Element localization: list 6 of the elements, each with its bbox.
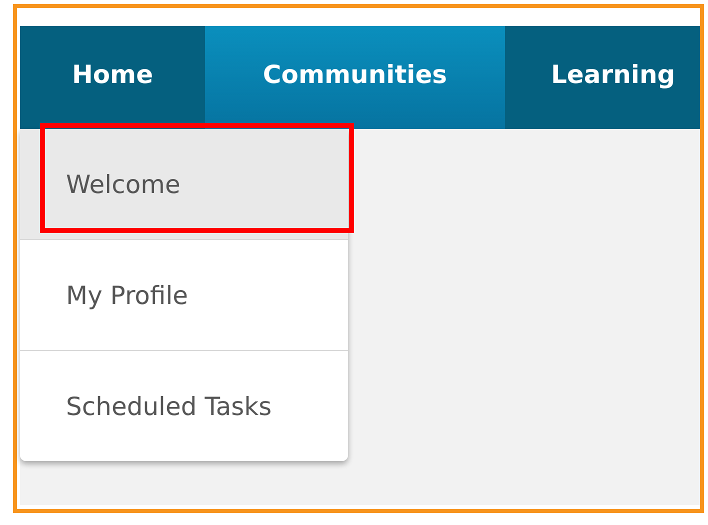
nav-tab[interactable]: Home <box>20 26 205 129</box>
menu-item[interactable]: Welcome <box>20 129 348 240</box>
menu-item[interactable]: My Profile <box>20 240 348 351</box>
menu-item[interactable]: Scheduled Tasks <box>20 351 348 461</box>
nav-tab[interactable]: Communities <box>205 26 505 129</box>
nav-tab[interactable]: Learning <box>505 26 700 129</box>
